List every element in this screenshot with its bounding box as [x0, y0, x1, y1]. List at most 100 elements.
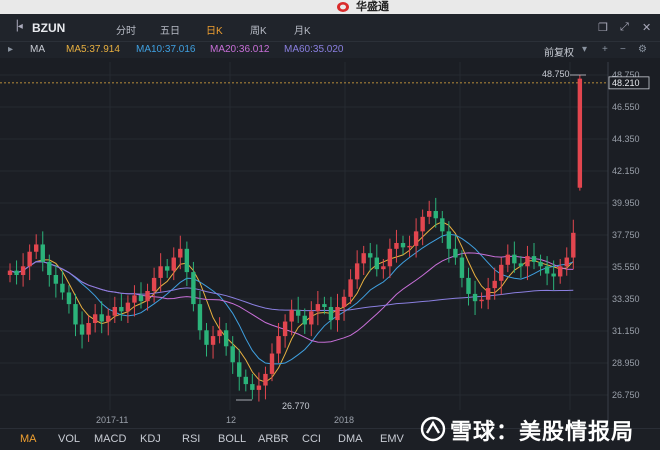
indicator-tab-emv[interactable]: EMV	[380, 433, 404, 445]
candle-body	[394, 243, 399, 249]
current-price-label: 48.210	[612, 78, 640, 88]
candle-body	[485, 288, 491, 300]
indicator-tab-kdj[interactable]: KDJ	[140, 433, 161, 445]
candle-body	[86, 323, 91, 335]
candle-body	[315, 304, 321, 312]
remove-icon[interactable]: −	[620, 44, 626, 55]
candle-body	[492, 280, 497, 289]
candle	[66, 285, 72, 314]
candle	[223, 323, 229, 356]
candle-body	[66, 292, 72, 305]
candle	[538, 254, 543, 276]
candle-body	[99, 314, 104, 322]
candle-body	[354, 263, 360, 280]
stock-symbol: BZUN	[32, 21, 66, 35]
candle	[577, 75, 583, 191]
collapse-icon[interactable]: ▸	[8, 44, 13, 55]
restore-icon[interactable]: ❐	[598, 21, 608, 34]
candle	[544, 256, 550, 286]
candle	[485, 277, 491, 310]
price-tick-label: 35.550	[612, 262, 640, 272]
candle-body	[309, 311, 314, 325]
candle-body	[27, 251, 32, 267]
candle	[204, 323, 209, 357]
date-axis-label: 2018	[334, 415, 354, 425]
indicator-tab-macd[interactable]: MACD	[94, 433, 126, 445]
candle	[217, 317, 222, 344]
price-tick-label: 37.750	[612, 230, 640, 240]
date-axis-label: 2017-11	[96, 415, 128, 425]
dropdown-arrow-icon[interactable]: ▾	[582, 44, 587, 55]
tab-weekly-k[interactable]: 周K	[250, 22, 267, 37]
indicator-tab-ma[interactable]: MA	[20, 433, 37, 445]
tab-daily-k[interactable]: 日K	[206, 22, 223, 37]
candle-body	[282, 321, 288, 337]
candle	[243, 369, 248, 392]
candle	[158, 253, 163, 292]
candle-body	[230, 346, 235, 363]
price-tick-label: 28.950	[612, 358, 640, 368]
app-title: 华盛通	[356, 1, 389, 13]
candle-body	[564, 257, 569, 267]
candle-body	[250, 384, 255, 390]
app-logo-icon	[337, 2, 349, 12]
candle	[79, 311, 85, 349]
candle	[132, 285, 137, 317]
price-tick-label: 33.350	[612, 294, 640, 304]
candle-body	[125, 302, 131, 312]
close-icon[interactable]: ✕	[642, 21, 651, 34]
indicator-tab-vol[interactable]: VOL	[58, 433, 80, 445]
add-icon[interactable]: +	[602, 44, 608, 55]
candle	[400, 235, 406, 255]
candle	[427, 200, 432, 225]
candle-body	[361, 253, 366, 264]
tab-five-day[interactable]: 五日	[160, 22, 180, 37]
indicator-legend: ▸ MA MA5:37.914 MA10:37.016 MA20:36.012 …	[0, 42, 660, 59]
candle-body	[106, 315, 111, 322]
candle	[250, 373, 255, 400]
sidebar-toggle-icon[interactable]: ▕◂	[10, 21, 23, 32]
indicator-tab-boll[interactable]: BOLL	[218, 433, 246, 445]
candle-body	[322, 304, 327, 307]
candle	[387, 238, 393, 278]
candle	[86, 315, 91, 342]
candle	[302, 308, 307, 334]
candle	[558, 259, 563, 284]
candle	[420, 209, 425, 246]
candle-body	[20, 266, 26, 275]
candle-body	[538, 261, 543, 267]
candle-body	[374, 257, 379, 270]
candle-body	[60, 283, 65, 293]
candle-body	[341, 296, 347, 307]
candle-body	[381, 266, 386, 270]
fullscreen-icon[interactable]: ⤢	[620, 21, 629, 34]
indicator-tab-rsi[interactable]: RSI	[182, 433, 200, 445]
candle	[92, 304, 98, 333]
candle-body	[191, 272, 196, 305]
candle	[531, 243, 537, 270]
candle-body	[558, 266, 563, 277]
adjust-dropdown[interactable]: 前复权	[544, 44, 574, 59]
candle-body	[40, 244, 45, 262]
candle-body	[289, 309, 294, 322]
candlestick-chart[interactable]: 48.750 46.550 44.350 42.150 39.950 37.750 35.5…	[0, 58, 660, 428]
candle-body	[132, 295, 137, 303]
settings-gear-icon[interactable]: ⚙	[638, 44, 647, 55]
candle-body	[145, 291, 150, 302]
candle-body	[544, 266, 550, 274]
candle	[341, 289, 347, 321]
candle-body	[348, 279, 353, 297]
candle-body	[184, 248, 190, 273]
indicator-tab-cci[interactable]: CCI	[302, 433, 321, 445]
tab-monthly-k[interactable]: 月K	[294, 22, 311, 37]
tab-intraday[interactable]: 分时	[116, 22, 136, 37]
candle	[7, 263, 13, 283]
candle-body	[551, 273, 556, 277]
candle	[407, 235, 412, 257]
candle-body	[263, 373, 268, 386]
candle-body	[243, 376, 248, 385]
indicator-tab-arbr[interactable]: ARBR	[258, 433, 289, 445]
candle	[99, 301, 104, 334]
candle-body	[302, 315, 307, 325]
indicator-tab-dma[interactable]: DMA	[338, 433, 362, 445]
